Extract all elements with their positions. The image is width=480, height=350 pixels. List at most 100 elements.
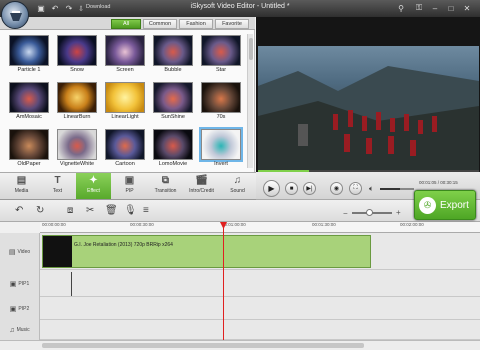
toolbar-media[interactable]: ▤ Media xyxy=(4,173,39,199)
playhead[interactable] xyxy=(223,222,224,340)
stop-button[interactable]: ■ xyxy=(285,182,298,195)
zoom-slider[interactable] xyxy=(352,209,392,216)
tab-favorite[interactable]: Favorite xyxy=(215,19,249,29)
effect-thumb-sunshine[interactable] xyxy=(153,82,193,113)
effect-thumb-invert[interactable] xyxy=(199,127,243,162)
effect-label: Cartoon xyxy=(115,161,135,167)
zoom-in-icon[interactable]: + xyxy=(396,208,401,217)
toolbar-label: Sound xyxy=(230,188,245,194)
cut-icon[interactable]: ✂ xyxy=(86,205,94,216)
track-label-music: ♫ Music xyxy=(0,320,40,340)
track-label-text: PIP1 xyxy=(18,280,30,287)
effect-thumb-vignettewhite[interactable] xyxy=(57,129,97,160)
timeline-scrollbar[interactable] xyxy=(0,340,480,350)
next-frame-button[interactable]: ▶| xyxy=(303,182,316,195)
export-button[interactable]: ✇ Export xyxy=(414,190,476,220)
effect-label: LinearBurn xyxy=(63,114,91,120)
toolbar-label: PIP xyxy=(125,188,134,194)
track-label-video: ▤ Video xyxy=(0,233,40,270)
track-label-text: Video xyxy=(17,248,31,255)
effect-label: SunShine xyxy=(161,114,185,120)
toolbar-label: Text xyxy=(52,188,63,194)
effect-label: Invert xyxy=(214,161,228,167)
tab-all[interactable]: All xyxy=(111,19,141,29)
effect-thumb-snow[interactable] xyxy=(57,35,97,66)
effect-thumb-particle1[interactable] xyxy=(9,35,49,66)
volume-slider-fill xyxy=(380,188,401,190)
timeline-scrollbar-thumb[interactable] xyxy=(42,343,364,348)
pip1-track[interactable] xyxy=(0,270,480,297)
effect-icon: ✦ xyxy=(89,175,98,186)
pip2-track[interactable] xyxy=(0,297,480,320)
snapshot-button[interactable]: ◉ xyxy=(330,182,343,195)
music-track[interactable] xyxy=(0,320,480,340)
zoom-out-icon[interactable]: − xyxy=(343,209,348,218)
toolbar-label: Media xyxy=(14,188,29,194)
effect-label: LinearLight xyxy=(111,114,139,120)
settings-icon[interactable]: ≡ xyxy=(143,205,149,216)
redo-icon[interactable]: ↻ xyxy=(36,205,44,216)
record-voice-icon[interactable]: 🎙︎ xyxy=(124,205,137,216)
undo-icon[interactable]: ↶ xyxy=(15,205,23,216)
effect-thumb-star[interactable] xyxy=(201,35,241,66)
play-button[interactable]: ▶ xyxy=(263,180,280,197)
tab-fashion[interactable]: Fashion xyxy=(179,19,213,29)
track-label-pip1: ▣ PIP1 xyxy=(0,270,40,297)
effect-label: OldPaper xyxy=(17,161,41,167)
key-icon[interactable]: ⚿ xyxy=(414,3,424,13)
toolbar-transition[interactable]: ⧉ Transition xyxy=(148,173,183,199)
headphones-icon: ♫ xyxy=(233,175,242,186)
text-icon: T xyxy=(54,175,61,186)
tab-common[interactable]: Common xyxy=(143,19,177,29)
toolbar-label: Effect xyxy=(87,188,100,194)
toolbar-label: Intro/Credit xyxy=(189,188,214,194)
toolbar-effect[interactable]: ✦ Effect xyxy=(76,173,111,199)
effect-thumb-screen[interactable] xyxy=(105,35,145,66)
search-icon[interactable]: ⚲ xyxy=(396,3,406,13)
effect-thumb-bubble[interactable] xyxy=(153,35,193,66)
effect-label: Bubble xyxy=(164,67,182,73)
ruler-tick: 00:01:30:00 xyxy=(312,222,336,227)
effect-thumb-linearlight[interactable] xyxy=(105,82,145,113)
track-label-text: PIP2 xyxy=(18,305,30,312)
ruler-tick: 00:00:00:00 xyxy=(42,222,66,227)
effect-thumb-linearburn[interactable] xyxy=(57,82,97,113)
effect-thumb-oldpaper[interactable] xyxy=(9,129,49,160)
clip-thumbnail xyxy=(43,236,72,267)
toolbar-intro-credit[interactable]: 🎬︎ Intro/Credit xyxy=(184,173,219,199)
film-reel-icon: ✇ xyxy=(419,196,436,214)
export-label: Export xyxy=(440,199,469,211)
effect-thumb-70s[interactable] xyxy=(201,82,241,113)
toolbar-pip[interactable]: ▣ PIP xyxy=(112,173,147,199)
toolbar-text[interactable]: T Text xyxy=(40,173,75,199)
film-icon: ▤ xyxy=(16,175,27,186)
volume-icon[interactable]: 🔈︎ xyxy=(369,184,374,194)
effect-thumb-cartoon[interactable] xyxy=(105,129,145,160)
effect-label: Screen xyxy=(116,67,134,73)
close-icon[interactable]: ✕ xyxy=(462,3,472,13)
effect-thumb-lomomovie[interactable] xyxy=(153,129,193,160)
effects-grid: Particle 1 Snow Screen Bubble Star AmMos… xyxy=(0,30,255,172)
video-clip[interactable] xyxy=(42,235,371,268)
video-preview[interactable] xyxy=(258,46,479,170)
film-icon: ▤ xyxy=(8,248,16,256)
effect-label: 70s xyxy=(216,114,226,120)
transition-icon: ⧉ xyxy=(161,175,170,186)
minimize-icon[interactable]: – xyxy=(430,3,440,13)
effect-thumb-ammosaic[interactable] xyxy=(9,82,49,113)
music-icon: ♫ xyxy=(9,326,15,334)
volume-slider[interactable] xyxy=(380,188,414,190)
effect-label: Particle 1 xyxy=(17,67,41,73)
delete-icon[interactable]: 🗑︎ xyxy=(105,205,118,216)
effects-scrollbar[interactable] xyxy=(247,34,253,168)
zoom-slider-thumb[interactable] xyxy=(366,209,373,216)
pip1-marker xyxy=(71,272,72,296)
effect-label: Snow xyxy=(70,67,84,73)
clip-label: G.I. Joe Retaliation (2013) 720p BRRip x… xyxy=(74,242,173,248)
window-title: iSkysoft Video Editor - Untitled * xyxy=(190,3,290,10)
split-icon[interactable]: ⧈ xyxy=(67,205,73,216)
toolbar-sound[interactable]: ♫ Sound xyxy=(220,173,255,199)
maximize-icon[interactable]: □ xyxy=(446,3,456,13)
app-logo-icon[interactable] xyxy=(1,1,29,29)
fullscreen-button[interactable]: ⛶ xyxy=(349,182,362,195)
